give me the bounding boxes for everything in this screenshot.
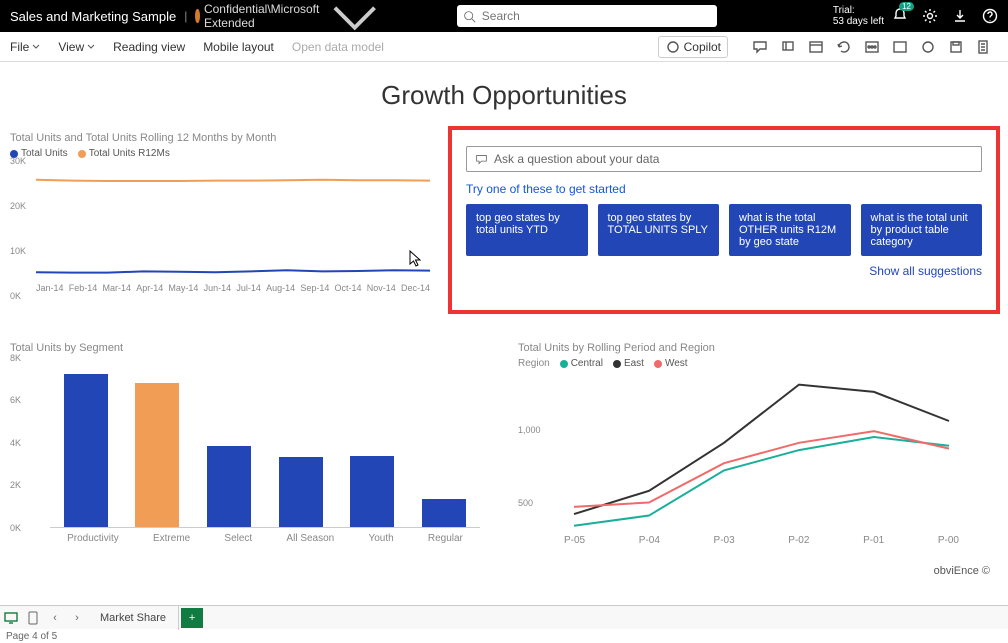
chart-legend: Total Units Total Units R12Ms	[10, 148, 440, 159]
bookmark-icon[interactable]	[780, 39, 796, 55]
help-icon[interactable]	[982, 8, 998, 24]
line-chart-svg	[36, 161, 430, 281]
search-input[interactable]	[482, 9, 711, 23]
add-page-button[interactable]: +	[181, 608, 203, 628]
gear-icon[interactable]	[922, 8, 938, 24]
trial-status[interactable]: Trial: 53 days left	[833, 5, 884, 27]
bar[interactable]	[350, 456, 394, 527]
chart-legend: Region Central East West	[518, 358, 998, 369]
mobile-layout-icon[interactable]	[22, 609, 44, 627]
chevron-down-icon	[87, 43, 95, 51]
page-tab[interactable]: Market Share	[88, 606, 179, 630]
prev-page-icon[interactable]: ‹	[44, 609, 66, 627]
show-all-suggestions-link[interactable]: Show all suggestions	[466, 264, 982, 278]
download-icon[interactable]	[952, 8, 968, 24]
notification-button[interactable]: 12	[892, 7, 908, 26]
x-axis-labels: P-05P-04P-03P-02P-01P-00	[554, 535, 969, 546]
search-icon	[463, 10, 476, 23]
mobile-layout-button[interactable]: Mobile layout	[203, 40, 274, 54]
chart-title: Total Units by Segment	[10, 342, 500, 354]
next-page-icon[interactable]: ›	[66, 609, 88, 627]
file-menu[interactable]: File	[10, 40, 40, 54]
chart-units-by-region[interactable]: Total Units by Rolling Period and Region…	[518, 342, 998, 567]
bar[interactable]	[422, 499, 466, 527]
qna-suggestion[interactable]: top geo states by TOTAL UNITS SPLY	[598, 204, 720, 256]
chat-icon	[475, 153, 488, 166]
report-canvas: Growth Opportunities Total Units and Tot…	[0, 62, 1008, 609]
view-icon[interactable]	[808, 39, 824, 55]
qna-suggestion[interactable]: what is the total OTHER units R12M by ge…	[729, 204, 851, 256]
open-data-model-button[interactable]: Open data model	[292, 40, 384, 54]
bar[interactable]	[64, 374, 108, 527]
bar[interactable]	[135, 383, 179, 528]
legend-dot-icon	[654, 360, 662, 368]
chart-plot-area: 1,000 500 P-05P-04P-03P-02P-01P-00	[518, 373, 978, 553]
status-bar: Page 4 of 5	[0, 629, 1008, 643]
page-indicator: Page 4 of 5	[6, 631, 57, 642]
legend-dot-icon	[78, 150, 86, 158]
copilot-icon	[665, 39, 681, 55]
qna-suggestion[interactable]: what is the total unit by product table …	[861, 204, 983, 256]
chevron-down-icon	[32, 43, 40, 51]
line-chart-svg	[554, 373, 969, 533]
edit-icon[interactable]	[864, 39, 880, 55]
app-header: Sales and Marketing Sample | Confidentia…	[0, 0, 1008, 32]
view-menu[interactable]: View	[58, 40, 95, 54]
attribution: obviEnce ©	[934, 565, 990, 577]
sensitivity-icon	[195, 9, 200, 23]
legend-dot-icon	[560, 360, 568, 368]
desktop-layout-icon[interactable]	[0, 609, 22, 627]
qna-input[interactable]: Ask a question about your data	[466, 146, 982, 172]
report-title: Sales and Marketing Sample	[10, 9, 176, 24]
chart-plot-area: 30K 20K 10K 0K Jan-14Feb-14Mar-14Apr-14M…	[10, 161, 430, 296]
copilot-button[interactable]: Copilot	[658, 36, 728, 58]
chart-title: Total Units and Total Units Rolling 12 M…	[10, 132, 440, 144]
x-axis-labels: Jan-14Feb-14Mar-14Apr-14May-14Jun-14Jul-…	[36, 283, 430, 293]
save-icon[interactable]	[948, 39, 964, 55]
refresh-icon[interactable]	[836, 39, 852, 55]
comment-icon[interactable]	[752, 39, 768, 55]
qna-suggestions: top geo states by total units YTD top ge…	[466, 204, 982, 256]
breadcrumb-label: Confidential\Microsoft Extended	[204, 2, 319, 30]
qna-panel: Ask a question about your data Try one o…	[448, 126, 1000, 314]
reading-view-button[interactable]: Reading view	[113, 40, 185, 54]
x-axis-labels: ProductivityExtremeSelectAll SeasonYouth…	[50, 533, 480, 544]
bar[interactable]	[207, 446, 251, 527]
chart-units-by-segment[interactable]: Total Units by Segment 8K 6K 4K 2K 0K Pr…	[10, 342, 500, 567]
bars-container	[50, 358, 480, 528]
chart-title: Total Units by Rolling Period and Region	[518, 342, 998, 354]
pin-icon[interactable]	[920, 39, 936, 55]
chart-plot-area: 8K 6K 4K 2K 0K ProductivityExtremeSelect…	[10, 358, 490, 553]
share-icon[interactable]	[892, 39, 908, 55]
ribbon: File View Reading view Mobile layout Ope…	[0, 32, 1008, 62]
page-title: Growth Opportunities	[0, 80, 1008, 111]
chart-total-units-by-month[interactable]: Total Units and Total Units Rolling 12 M…	[10, 132, 440, 317]
qna-hint: Try one of these to get started	[466, 182, 982, 196]
search-box[interactable]	[457, 5, 717, 27]
page-tabs: ‹ › Market Share +	[0, 605, 1008, 629]
bar[interactable]	[279, 457, 323, 527]
export-icon[interactable]	[976, 39, 992, 55]
qna-suggestion[interactable]: top geo states by total units YTD	[466, 204, 588, 256]
legend-dot-icon	[613, 360, 621, 368]
